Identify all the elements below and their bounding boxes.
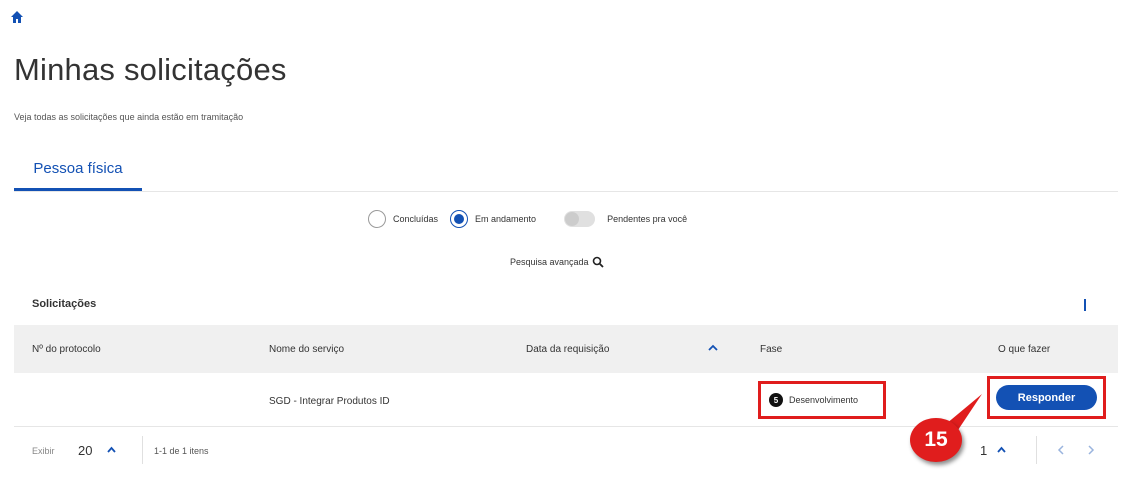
page-size-label: Exibir <box>32 446 55 456</box>
phase-badge: 5 Desenvolvimento <box>758 381 886 419</box>
step-number: 15 <box>910 418 962 462</box>
pending-label: Pendentes pra você <box>607 214 688 224</box>
items-range: 1-1 de 1 itens <box>154 446 209 456</box>
pending-toggle[interactable] <box>564 211 596 227</box>
home-icon[interactable] <box>10 10 24 24</box>
action-highlight: Responder <box>987 376 1106 419</box>
kebab-menu-icon[interactable] <box>1082 298 1088 312</box>
chevron-right-icon[interactable] <box>1086 444 1096 456</box>
status-filters: Concluídas Em andamento Pendentes pra vo… <box>368 208 687 230</box>
chevron-up-icon[interactable] <box>106 445 117 455</box>
advanced-search-link[interactable]: Pesquisa avançada <box>510 256 604 268</box>
concluded-label: Concluídas <box>393 214 439 224</box>
in-progress-label: Em andamento <box>475 214 537 224</box>
advanced-search-label: Pesquisa avançada <box>510 257 589 267</box>
step-callout: 15 <box>910 390 982 470</box>
concluded-radio[interactable] <box>368 210 386 228</box>
search-icon <box>592 256 604 268</box>
tab-pessoa-fisica[interactable]: Pessoa física <box>14 150 142 191</box>
page-size-value[interactable]: 20 <box>78 443 92 458</box>
tab-bar: Pessoa física <box>14 150 1118 192</box>
chevron-left-icon[interactable] <box>1056 444 1066 456</box>
in-progress-radio[interactable] <box>450 210 469 228</box>
column-header-service: Nome do serviço <box>269 344 345 355</box>
divider <box>1036 436 1037 464</box>
respond-button[interactable]: Responder <box>996 385 1097 410</box>
service-name-cell: SGD - Integrar Produtos ID <box>269 396 390 407</box>
page-subtitle: Veja todas as solicitações que ainda est… <box>14 112 244 122</box>
column-header-action: O que fazer <box>998 344 1051 355</box>
phase-number: 5 <box>769 393 783 407</box>
column-header-protocol: Nº do protocolo <box>32 344 101 355</box>
table-header: Nº do protocolo Nome do serviço Data da … <box>14 325 1118 373</box>
sort-chevron-up-icon[interactable] <box>707 343 719 353</box>
column-header-date[interactable]: Data da requisição <box>526 344 609 355</box>
phase-label: Desenvolvimento <box>789 395 859 405</box>
column-header-phase: Fase <box>760 344 783 355</box>
divider <box>142 436 143 464</box>
chevron-up-icon[interactable] <box>996 445 1007 455</box>
section-title: Solicitações <box>32 298 97 310</box>
page-title: Minhas solicitações <box>14 52 287 87</box>
